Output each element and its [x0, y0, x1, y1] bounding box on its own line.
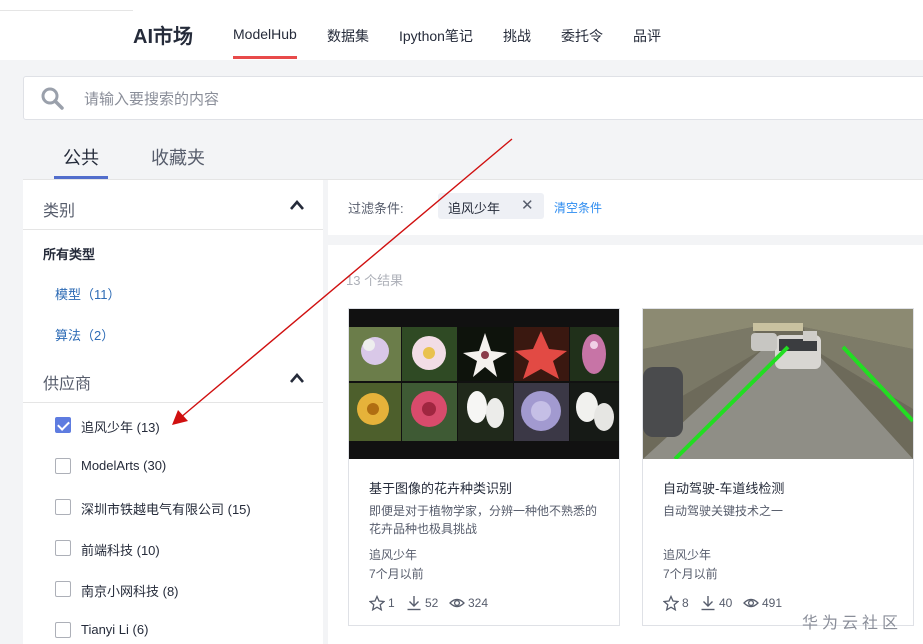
search-bar: [23, 76, 923, 120]
nav-commissions[interactable]: 委托令: [561, 26, 603, 46]
star-count: 1: [388, 596, 395, 610]
card-date: 7个月以前: [663, 567, 718, 581]
header-divider: [0, 10, 133, 11]
results-panel: 13 个结果 基于图像的花卉种类识别 即便是对于植物学家，分辨一种他不熟悉的花卉…: [328, 245, 923, 644]
card-title[interactable]: 自动驾驶-车道线检测: [663, 478, 784, 497]
close-icon[interactable]: ✕: [521, 196, 534, 214]
nav-datasets[interactable]: 数据集: [327, 26, 369, 46]
vendor-label: 深圳市铁越电气有限公司 (15): [81, 502, 251, 517]
card-thumbnail: [349, 309, 619, 459]
category-section-title: 类别: [43, 203, 76, 220]
flower-image-grid: [349, 309, 619, 459]
filter-sidebar: 类别 所有类型 模型（11） 算法（2） 供应商 追风少年 (13) Model…: [23, 180, 323, 644]
view-count: 491: [762, 596, 783, 610]
chevron-up-icon[interactable]: [289, 198, 305, 212]
model-card[interactable]: 基于图像的花卉种类识别 即便是对于植物学家，分辨一种他不熟悉的花卉品种也极具挑战…: [348, 308, 620, 626]
active-filter-bar: 过滤条件: 追风少年 ✕ 清空条件: [328, 180, 923, 235]
tab-public[interactable]: 公共: [54, 144, 108, 179]
top-header: AI市场 ModelHub 数据集 Ipython笔记 挑战 委托令 品评: [0, 0, 923, 60]
category-section-header[interactable]: 类别: [23, 180, 323, 230]
nav-ipython-notes[interactable]: Ipython笔记: [399, 26, 473, 46]
category-link-algorithm[interactable]: 算法（2）: [55, 325, 114, 344]
card-date: 7个月以前: [369, 567, 424, 581]
vendor-checkbox[interactable]: [55, 499, 71, 515]
card-description: 自动驾驶关键技术之一: [663, 504, 784, 518]
vendor-checkbox[interactable]: [55, 622, 71, 638]
vendor-checkbox[interactable]: [55, 417, 71, 433]
vendor-checkbox[interactable]: [55, 581, 71, 597]
vendor-checkbox[interactable]: [55, 540, 71, 556]
eye-icon: [449, 598, 465, 608]
vendor-section-title: 供应商: [43, 376, 92, 393]
search-input[interactable]: [84, 85, 784, 113]
result-count: 13 个结果: [346, 273, 404, 288]
filter-chip: 追风少年 ✕: [438, 193, 544, 219]
model-card[interactable]: 自动驾驶-车道线检测 自动驾驶关键技术之一 追风少年 7个月以前 8 40 49…: [642, 308, 914, 626]
download-count: 40: [719, 596, 733, 610]
tab-favorites[interactable]: 收藏夹: [151, 144, 205, 170]
card-author[interactable]: 追风少年: [663, 546, 711, 563]
download-icon: [701, 596, 715, 611]
download-icon: [407, 596, 421, 611]
lane-detection-image: [643, 309, 913, 459]
nav-modelhub[interactable]: ModelHub: [233, 26, 297, 59]
vendor-label: ModelArts (30): [81, 458, 167, 473]
card-author[interactable]: 追风少年: [369, 546, 417, 563]
chevron-up-icon[interactable]: [289, 371, 305, 385]
star-icon: [663, 595, 679, 611]
vendor-label: 南京小网科技 (8): [81, 584, 179, 599]
all-types-label[interactable]: 所有类型: [43, 244, 95, 263]
view-count: 324: [468, 596, 489, 610]
card-description: 即便是对于植物学家，分辨一种他不熟悉的花卉品种也极具挑战: [369, 504, 598, 536]
star-count: 8: [682, 596, 689, 610]
search-icon[interactable]: [40, 86, 64, 110]
vendor-section-header[interactable]: 供应商: [23, 353, 323, 403]
vendor-checkbox[interactable]: [55, 458, 71, 474]
card-thumbnail: [643, 309, 913, 459]
vendor-label: Tianyi Li (6): [81, 622, 149, 637]
download-count: 52: [425, 596, 439, 610]
star-icon: [369, 595, 385, 611]
eye-icon: [743, 598, 759, 608]
vendor-label: 前端科技 (10): [81, 543, 160, 558]
brand-title[interactable]: AI市场: [133, 20, 193, 49]
card-title[interactable]: 基于图像的花卉种类识别: [369, 478, 512, 497]
clear-filters-link[interactable]: 清空条件: [554, 199, 602, 216]
filter-label: 过滤条件:: [348, 201, 404, 216]
vendor-label: 追风少年 (13): [81, 420, 160, 435]
category-link-model[interactable]: 模型（11）: [55, 284, 121, 303]
watermark-text: 华为云社区: [802, 615, 903, 632]
nav-challenges[interactable]: 挑战: [503, 26, 531, 46]
filter-chip-label: 追风少年: [448, 201, 501, 216]
nav-reviews[interactable]: 品评: [633, 26, 661, 46]
